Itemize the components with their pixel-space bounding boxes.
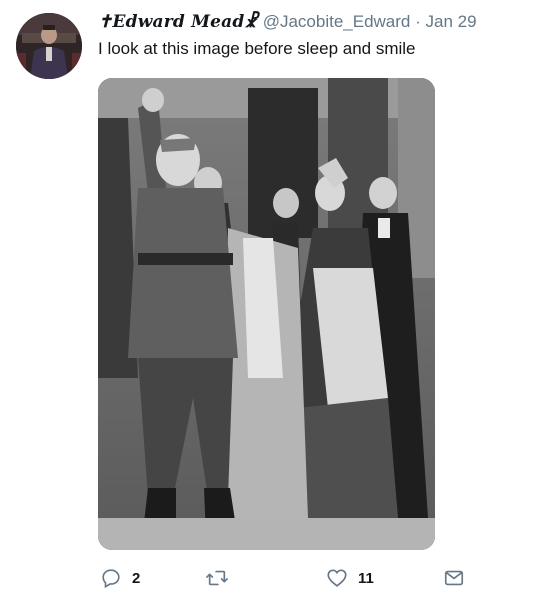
tweet-actions: 2 11 [0,563,549,593]
like-button[interactable]: 11 [326,563,374,593]
envelope-icon [443,567,465,589]
reply-count: 2 [132,569,141,587]
tweet-text: I look at this image before sleep and sm… [98,39,416,58]
tweet-date[interactable]: Jan 29 [426,12,477,31]
reply-icon [100,567,122,589]
tweet-header: ✝Edward Mead☧ @Jacobite_Edward · Jan 29 [98,12,477,32]
heart-icon [326,567,348,589]
separator-dot: · [415,12,421,31]
retweet-icon [205,567,229,589]
user-handle[interactable]: @Jacobite_Edward [263,12,411,31]
retweet-button[interactable] [205,563,239,593]
tweet-image[interactable] [98,78,435,550]
direct-message-button[interactable] [443,563,465,593]
display-name[interactable]: ✝Edward Mead☧ [98,12,258,32]
avatar[interactable] [16,13,82,79]
reply-button[interactable]: 2 [100,563,140,593]
like-count: 11 [358,569,374,587]
